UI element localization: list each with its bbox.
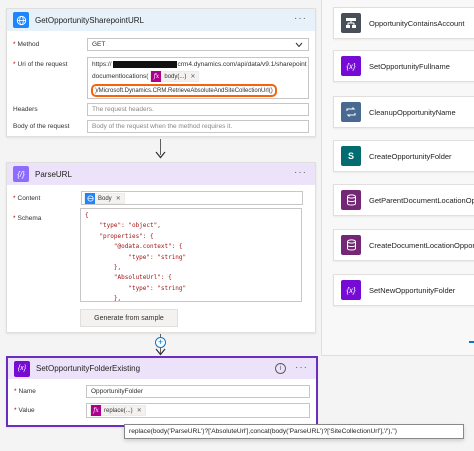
uri-prefix: https://	[92, 61, 112, 69]
data-operation-icon: {/}	[13, 166, 29, 182]
branch-action-card[interactable]: CreateDocumentLocationOpport	[333, 229, 474, 261]
schema-line: "type": "string"	[85, 253, 187, 261]
chevron-down-icon	[295, 42, 303, 48]
body-input[interactable]: Body of the request when the method requ…	[87, 120, 309, 133]
schema-line: "type": "object",	[85, 222, 161, 230]
uri-function: )/Microsoft.Dynamics.CRM.RetrieveAbsolut…	[95, 88, 273, 94]
globe-icon	[85, 193, 95, 204]
headers-placeholder: The request headers.	[92, 106, 154, 113]
branch-action-label: CreateOpportunityFolder	[369, 151, 452, 161]
uri-input[interactable]: https:// crm4.dynamics.com/api/data/v9.1/…	[87, 57, 309, 99]
setvar-card-title: SetOpportunityFolderExisting	[36, 364, 141, 373]
uri-expression-token[interactable]: fx body(...) ✕	[150, 71, 200, 82]
expression-tooltip: replace(body('ParseURL')?['AbsoluteUrl']…	[124, 424, 464, 439]
schema-line: "properties": {	[85, 232, 154, 240]
body-label: Body of the request	[13, 123, 70, 130]
name-label: Name	[18, 388, 36, 395]
function-icon: fx	[151, 71, 162, 82]
content-label: Content	[17, 195, 41, 202]
schema-line: "@odata.context": {	[85, 243, 183, 251]
branch-action-card[interactable]: {x} SetNewOpportunityFolder	[333, 274, 474, 306]
variable-icon: {x}	[14, 360, 30, 377]
variable-icon: {x}	[341, 280, 361, 300]
sharepoint-icon: S	[341, 146, 361, 166]
schema-line: {	[85, 212, 89, 219]
content-input[interactable]: Body ✕	[81, 191, 303, 205]
schema-editor[interactable]: { "type": "object", "properties": { "@od…	[80, 208, 302, 302]
branch-action-label: SetNewOpportunityFolder	[369, 285, 456, 295]
body-placeholder: Body of the request when the method requ…	[92, 123, 233, 130]
parse-card-title: ParseURL	[35, 169, 72, 179]
tooltip-text: replace(body('ParseURL')?['AbsoluteUrl']…	[129, 428, 397, 435]
branch-action-card[interactable]: S CreateOpportunityFolder	[333, 140, 474, 172]
schema-line: },	[85, 295, 122, 302]
setvar-card-header[interactable]: {x} SetOpportunityFolderExisting i ···	[8, 358, 316, 379]
uri-token-label: body(...)	[164, 73, 187, 80]
branch-action-card[interactable]: {x} SetOpportunityFullname	[333, 50, 474, 82]
schema-label: Schema	[17, 215, 42, 222]
generate-button-label: Generate from sample	[94, 314, 164, 322]
more-options-icon[interactable]: ···	[294, 168, 307, 178]
replace-expression-token[interactable]: fx replace(...) ✕	[90, 405, 146, 416]
redacted-block	[112, 61, 177, 68]
body-token[interactable]: Body ✕	[84, 193, 125, 204]
info-icon[interactable]: i	[275, 363, 286, 374]
set-variable-card[interactable]: {x} SetOpportunityFolderExisting i ··· *…	[6, 356, 318, 427]
globe-icon	[13, 12, 29, 28]
parse-card-header[interactable]: {/} ParseURL ···	[7, 163, 315, 185]
value-label: Value	[18, 407, 35, 414]
variable-name-value: OpportunityFolder	[91, 388, 144, 395]
variable-icon: {x}	[341, 56, 361, 76]
more-options-icon[interactable]: ···	[295, 363, 308, 373]
method-dropdown[interactable]: GET	[87, 38, 309, 51]
loop-icon	[341, 102, 361, 122]
remove-token-icon[interactable]: ✕	[190, 73, 195, 80]
arrow-down-icon	[155, 348, 166, 356]
branch-action-card[interactable]: OpportunityContainsAccount	[333, 7, 474, 39]
remove-token-icon[interactable]: ✕	[137, 407, 142, 414]
headers-label: Headers	[13, 106, 38, 113]
add-step-button[interactable]: +	[155, 337, 166, 348]
more-options-icon[interactable]: ···	[294, 14, 307, 24]
variable-value-input[interactable]: fx replace(...) ✕	[86, 403, 310, 418]
branch-action-label: SetOpportunityFullname	[369, 61, 450, 71]
condition-icon	[341, 13, 361, 33]
replace-token-label: replace(...)	[104, 407, 133, 414]
branch-scroll-indicator[interactable]	[469, 341, 474, 343]
function-icon: fx	[91, 405, 101, 416]
schema-line: "type": "string"	[85, 284, 187, 292]
variable-name-dropdown[interactable]: OpportunityFolder	[86, 385, 310, 398]
branch-action-label: CreateDocumentLocationOpport	[369, 240, 474, 250]
generate-from-sample-button[interactable]: Generate from sample	[80, 309, 178, 327]
database-icon	[341, 190, 361, 210]
branch-action-label: OpportunityContainsAccount	[369, 18, 465, 28]
http-action-card[interactable]: GetOpportunitySharepointURL ··· * Method …	[6, 8, 316, 137]
uri-label: Uri of the request	[17, 61, 68, 68]
body-token-label: Body	[98, 195, 112, 202]
database-icon	[341, 235, 361, 255]
arrow-down-icon	[155, 151, 166, 159]
headers-input[interactable]: The request headers.	[87, 103, 309, 116]
branch-action-label: GetParentDocumentLocationOpp	[369, 195, 474, 205]
highlighted-function-box: )/Microsoft.Dynamics.CRM.RetrieveAbsolut…	[91, 84, 277, 97]
schema-line: "AbsoluteUrl": {	[85, 274, 172, 282]
schema-line: },	[85, 264, 122, 272]
method-value: GET	[92, 41, 106, 48]
remove-token-icon[interactable]: ✕	[116, 195, 121, 202]
branch-action-card[interactable]: GetParentDocumentLocationOpp	[333, 184, 474, 216]
branch-action-card[interactable]: CleanupOpportunityName	[333, 96, 474, 128]
method-label: Method	[17, 41, 40, 48]
http-card-title: GetOpportunitySharepointURL	[35, 15, 144, 25]
uri-entity: documentlocations(	[92, 73, 149, 80]
branch-action-label: CleanupOpportunityName	[369, 107, 456, 117]
uri-host: crm4.dynamics.com/api/data/v9.1/sharepoi…	[177, 61, 307, 69]
http-card-header[interactable]: GetOpportunitySharepointURL ···	[7, 9, 315, 31]
